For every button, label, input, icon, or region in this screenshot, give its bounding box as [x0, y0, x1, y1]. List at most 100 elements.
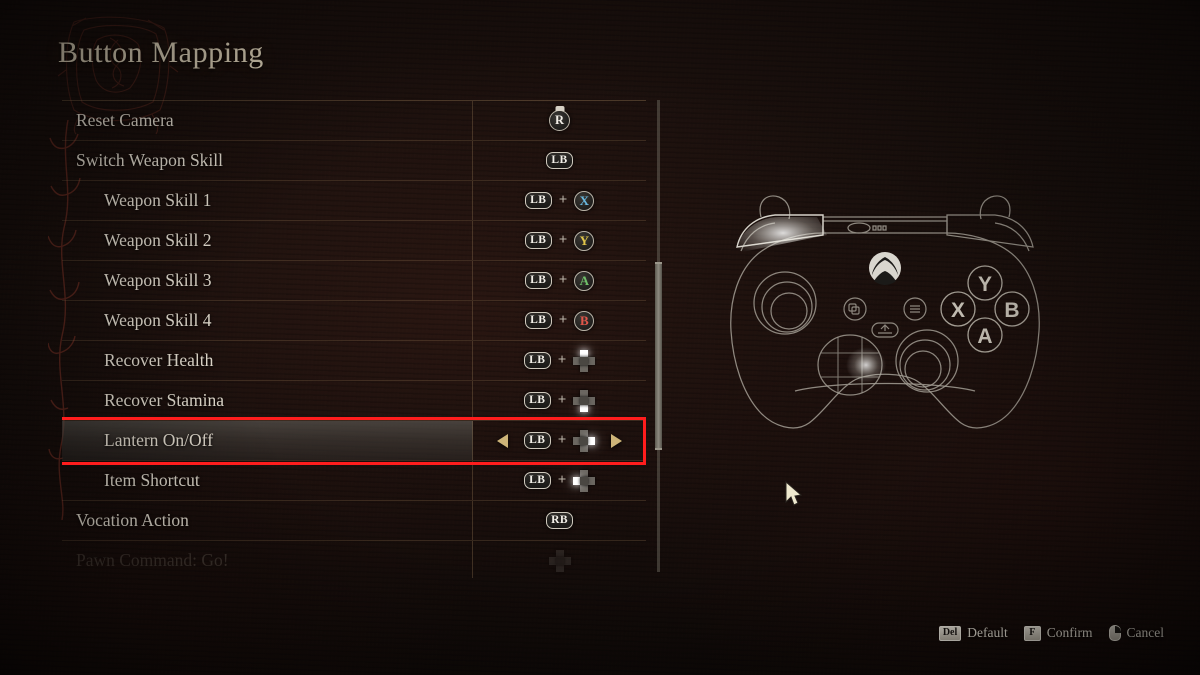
dpad-right: [587, 396, 596, 405]
mapping-row[interactable]: Switch Weapon Skill LB: [62, 141, 646, 181]
svg-text:Y: Y: [978, 273, 992, 296]
dpad-down: [580, 363, 589, 372]
dpad-right: [587, 436, 596, 445]
bumper-glyph: LB: [524, 232, 552, 249]
face-button-glyph: X: [574, 190, 595, 211]
bumper-glyph: LB: [523, 392, 551, 409]
mapping-row-label: Weapon Skill 1: [62, 181, 473, 220]
dpad-glyph: [548, 549, 571, 572]
list-scrollbar[interactable]: [655, 100, 662, 572]
face-button-glyph: Y: [574, 230, 595, 251]
mapping-row-label: Vocation Action: [62, 501, 473, 540]
footer-hint-label: Cancel: [1126, 625, 1164, 640]
glyph-group: R: [549, 110, 570, 131]
footer-hint-label: Confirm: [1046, 625, 1093, 640]
mapping-row-binding: LB + X: [473, 181, 646, 220]
glyph-group: LB +: [523, 469, 596, 492]
dpad-down: [555, 563, 564, 572]
mapping-row-label: Recover Stamina: [62, 381, 473, 420]
footer-hint-label: Default: [967, 625, 1008, 640]
plus-separator: +: [557, 352, 567, 368]
plus-separator: +: [558, 312, 568, 328]
mapping-row[interactable]: Weapon Skill 2 LB + Y: [62, 221, 646, 261]
mapping-row-label: Reset Camera: [62, 101, 473, 140]
glyph-group: LB: [546, 152, 573, 169]
mapping-row-label: Pawn Command: Go!: [62, 541, 473, 578]
dpad-mid: [580, 476, 589, 485]
svg-text:A: A: [977, 325, 992, 348]
face-button-glyph: B: [574, 310, 595, 331]
mapping-row-binding: LB +: [473, 421, 646, 460]
dpad-glyph: [573, 469, 596, 492]
plus-separator: +: [558, 192, 568, 208]
glyph-group: LB + B: [524, 310, 595, 331]
mapping-row[interactable]: Item Shortcut LB +: [62, 461, 646, 501]
bumper-glyph: LB: [524, 272, 552, 289]
mapping-row-label: Recover Health: [62, 341, 473, 380]
bumper-glyph: LB: [523, 352, 551, 369]
keycap-icon: F: [1023, 625, 1041, 641]
next-binding-arrow[interactable]: [611, 433, 622, 448]
glyph-group: LB + Y: [524, 230, 595, 251]
dpad-mid: [555, 556, 564, 565]
footer-hint[interactable]: F Confirm: [1023, 625, 1093, 641]
plus-separator: +: [558, 232, 568, 248]
mapping-row[interactable]: Recover Stamina LB +: [62, 381, 646, 421]
dpad-glyph: [573, 429, 596, 452]
keycap-icon: Del: [938, 625, 962, 641]
mapping-row-binding: LB: [473, 141, 646, 180]
dpad-glyph: [573, 389, 596, 412]
bumper-glyph: LB: [524, 312, 552, 329]
button-mapping-list-viewport: Reset Camera R Switch Weapon Skill LB Weapon…: [62, 100, 646, 578]
glyph-group: LB +: [523, 429, 596, 452]
footer-hints: Del Default F Confirm Cancel: [938, 625, 1164, 641]
face-button-glyph: A: [574, 270, 595, 291]
mapping-row[interactable]: Lantern On/Off LB +: [62, 417, 646, 465]
mapping-row[interactable]: Weapon Skill 4 LB + B: [62, 301, 646, 341]
dpad-mid: [580, 396, 589, 405]
mapping-row[interactable]: Pawn Command: Go!: [62, 541, 646, 578]
mapping-row-binding: R: [473, 101, 646, 140]
mapping-row-label: Weapon Skill 2: [62, 221, 473, 260]
mouse-icon: [1108, 625, 1121, 641]
mouse-cursor: [785, 481, 803, 506]
glyph-group: LB + X: [524, 190, 595, 211]
prev-binding-arrow[interactable]: [497, 433, 508, 448]
xbox-controller-diagram: Y X B A: [730, 195, 1040, 429]
mapping-row-label: Weapon Skill 4: [62, 301, 473, 340]
mapping-row-binding: LB + B: [473, 301, 646, 340]
mapping-row-label: Weapon Skill 3: [62, 261, 473, 300]
mapping-row[interactable]: Weapon Skill 3 LB + A: [62, 261, 646, 301]
mapping-row[interactable]: Vocation Action RB: [62, 501, 646, 541]
dpad-right: [587, 356, 596, 365]
mapping-row-label: Switch Weapon Skill: [62, 141, 473, 180]
footer-hint[interactable]: Cancel: [1108, 625, 1164, 641]
glyph-group: LB +: [523, 349, 596, 372]
svg-text:B: B: [1004, 299, 1019, 322]
dpad-glyph: [573, 349, 596, 372]
plus-separator: +: [558, 272, 568, 288]
mapping-row-binding: [473, 541, 646, 578]
glyph-group: RB: [546, 512, 573, 529]
glyph-group: [548, 549, 571, 572]
bumper-glyph: RB: [546, 512, 573, 529]
glyph-group: LB +: [523, 389, 596, 412]
plus-separator: +: [557, 392, 567, 408]
dpad-right: [587, 476, 596, 485]
mapping-row[interactable]: Weapon Skill 1 LB + X: [62, 181, 646, 221]
mapping-row-binding: LB +: [473, 341, 646, 380]
dpad-mid: [580, 436, 589, 445]
dpad-mid: [580, 356, 589, 365]
mapping-row-label: Item Shortcut: [62, 461, 473, 500]
bumper-glyph: LB: [524, 192, 552, 209]
mapping-row-binding: LB +: [473, 381, 646, 420]
mapping-row-binding: LB +: [473, 461, 646, 500]
dpad-down: [580, 403, 589, 412]
mapping-row[interactable]: Reset Camera R: [62, 101, 646, 141]
footer-hint[interactable]: Del Default: [938, 625, 1008, 641]
svg-text:X: X: [951, 299, 965, 322]
mapping-row[interactable]: Recover Health LB +: [62, 341, 646, 381]
bumper-glyph: LB: [523, 432, 551, 449]
scrollbar-thumb[interactable]: [655, 262, 662, 450]
glyph-group: LB + A: [524, 270, 595, 291]
